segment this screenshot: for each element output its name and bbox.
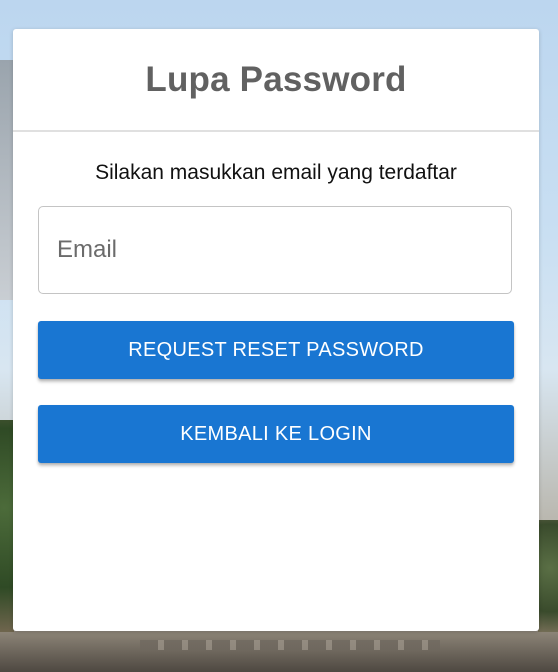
background-tree-right [538,520,558,640]
back-to-login-button[interactable]: KEMBALI KE LOGIN [38,405,514,463]
background-building [0,60,14,300]
background-ground [0,632,558,672]
background-tree-left [0,420,14,640]
page-title: Lupa Password [145,59,407,99]
card-header: Lupa Password [13,29,539,132]
request-reset-password-button[interactable]: REQUEST RESET PASSWORD [38,321,514,379]
email-field[interactable] [38,206,512,294]
forgot-password-card: Lupa Password Silakan masukkan email yan… [13,29,539,631]
instruction-text: Silakan masukkan email yang terdaftar [95,161,457,184]
